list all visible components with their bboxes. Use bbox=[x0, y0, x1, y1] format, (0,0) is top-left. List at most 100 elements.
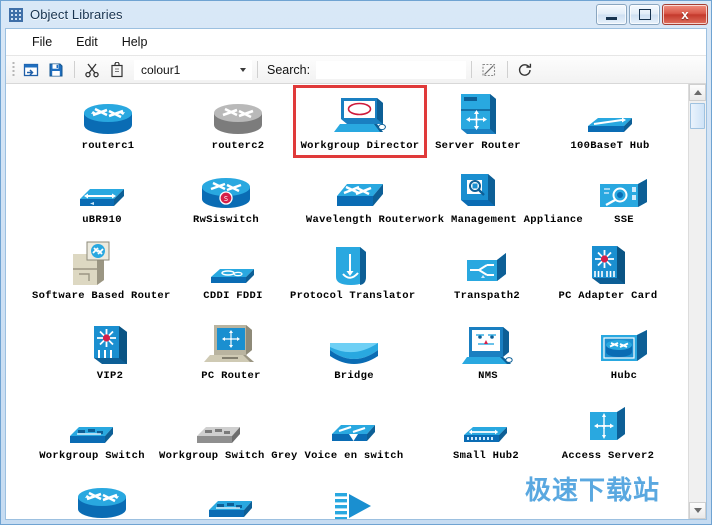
palette-item[interactable]: Transpath2 bbox=[427, 242, 547, 302]
server-router-icon bbox=[418, 92, 538, 138]
palette-item[interactable]: CDDI FDDI bbox=[173, 242, 293, 302]
switch-arrows-icon bbox=[42, 166, 162, 212]
paste-icon bbox=[109, 62, 125, 78]
palette-item[interactable] bbox=[171, 476, 291, 519]
import-button[interactable] bbox=[19, 58, 43, 82]
palette-item[interactable] bbox=[42, 476, 162, 519]
library-combobox-value: colour1 bbox=[141, 63, 180, 77]
sw-router-icon bbox=[32, 242, 152, 288]
palette-item[interactable]: Workgroup Director bbox=[300, 92, 420, 152]
paste-button[interactable] bbox=[105, 58, 129, 82]
import-icon bbox=[23, 62, 39, 78]
icon-palette[interactable]: Access Server2Small Hub2 Voice en switch W… bbox=[6, 84, 688, 519]
palette-item[interactable]: work Management Appliance bbox=[418, 166, 538, 226]
application-window: Object Libraries x File Edit Help bbox=[0, 0, 712, 525]
palette-item[interactable]: Bridge bbox=[294, 322, 414, 382]
palette-item-label: Workgroup Switch Grey bbox=[159, 450, 279, 462]
protocol-translator-icon bbox=[290, 242, 410, 288]
search-input[interactable] bbox=[316, 61, 466, 79]
pc-router-icon bbox=[171, 322, 291, 368]
palette-item[interactable]: 100BaseT Hub bbox=[550, 92, 670, 152]
grid-dots-icon bbox=[9, 8, 23, 22]
palette-item-label: Wavelength Router bbox=[302, 214, 422, 226]
palette-item-label: uBR910 bbox=[42, 214, 162, 226]
menu-item-edit[interactable]: Edit bbox=[64, 32, 110, 52]
palette-item-label: Hubc bbox=[564, 370, 684, 382]
cut-icon bbox=[84, 62, 100, 78]
vertical-scrollbar[interactable] bbox=[688, 84, 706, 519]
palette-item-label: CDDI FDDI bbox=[173, 290, 293, 302]
menu-item-file[interactable]: File bbox=[20, 32, 64, 52]
maximize-button[interactable] bbox=[629, 4, 660, 25]
minimize-button[interactable] bbox=[596, 4, 627, 25]
cut-button[interactable] bbox=[80, 58, 104, 82]
chevron-down-icon bbox=[240, 68, 246, 72]
palette-item-label: Transpath2 bbox=[427, 290, 547, 302]
palette-item[interactable] bbox=[294, 476, 414, 519]
palette-item-label: routerc2 bbox=[178, 140, 298, 152]
scroll-down-icon bbox=[694, 508, 702, 513]
toolbar-separator-4 bbox=[507, 61, 508, 78]
palette-item[interactable]: Wavelength Router bbox=[302, 166, 422, 226]
palette-item[interactable]: uBR910 bbox=[42, 166, 162, 226]
palette-item[interactable]: VIP2 bbox=[50, 322, 170, 382]
transpath-icon bbox=[427, 242, 547, 288]
edit-selection-icon bbox=[481, 62, 497, 78]
scroll-up-icon bbox=[694, 90, 702, 95]
close-button[interactable]: x bbox=[662, 4, 708, 25]
palette-item[interactable]: PC Adapter Card bbox=[548, 242, 668, 302]
save-button[interactable] bbox=[44, 58, 68, 82]
refresh-icon bbox=[517, 62, 533, 78]
refresh-button[interactable] bbox=[513, 58, 537, 82]
palette-item-label: Voice en switch bbox=[294, 450, 414, 462]
workstation-blue-icon bbox=[300, 92, 420, 138]
nm-appliance-icon bbox=[418, 166, 538, 212]
palette-item[interactable]: Server Router bbox=[418, 92, 538, 152]
vip-card-icon bbox=[50, 322, 170, 368]
svg-text:S: S bbox=[224, 195, 228, 203]
site-watermark: 极速下载站 bbox=[525, 470, 660, 507]
menu-item-help[interactable]: Help bbox=[110, 32, 160, 52]
toolbar-grip[interactable] bbox=[12, 61, 15, 78]
switch-blue-icon bbox=[32, 402, 152, 448]
palette-item[interactable]: Small Hub2 bbox=[426, 402, 546, 462]
palette-item[interactable]: Software Based Router bbox=[32, 242, 152, 302]
palette-item[interactable]: Workgroup Switch bbox=[32, 402, 152, 462]
caption-button-group: x bbox=[596, 4, 708, 25]
router-blue-icon bbox=[48, 92, 168, 138]
edit-selection-button[interactable] bbox=[477, 58, 501, 82]
palette-item[interactable]: routerc2 bbox=[178, 92, 298, 152]
palette-item[interactable]: S RwSiswitch bbox=[166, 166, 286, 226]
palette-item-label: RwSiswitch bbox=[166, 214, 286, 226]
scroll-up-button[interactable] bbox=[689, 84, 706, 101]
router-badge-icon: S bbox=[166, 166, 286, 212]
palette-item-label: 100BaseT Hub bbox=[550, 140, 670, 152]
wavelength-router-icon bbox=[302, 166, 422, 212]
scroll-thumb[interactable] bbox=[690, 103, 705, 129]
palette-item[interactable]: routerc1 bbox=[48, 92, 168, 152]
library-combobox[interactable]: colour1 bbox=[134, 60, 252, 80]
palette-item-label: PC Router bbox=[171, 370, 291, 382]
palette-item[interactable]: Hubc bbox=[564, 322, 684, 382]
palette-item[interactable]: Access Server2 bbox=[548, 402, 668, 462]
palette-item[interactable]: Workgroup Switch Grey bbox=[159, 402, 279, 462]
switch-blue-icon bbox=[171, 476, 291, 519]
scroll-down-button[interactable] bbox=[689, 502, 706, 519]
access-server-icon bbox=[548, 402, 668, 448]
search-label: Search: bbox=[267, 63, 310, 77]
palette-item[interactable]: Voice en switch bbox=[294, 402, 414, 462]
palette-item[interactable]: Protocol Translator bbox=[290, 242, 410, 302]
palette-item[interactable]: NMS bbox=[428, 322, 548, 382]
menu-bar: File Edit Help bbox=[6, 29, 706, 55]
toolbar-separator-1 bbox=[74, 61, 75, 78]
palette-item-label: routerc1 bbox=[48, 140, 168, 152]
hub-flat-icon bbox=[550, 92, 670, 138]
arrow-stack-icon bbox=[294, 476, 414, 519]
cddi-fddi-icon bbox=[173, 242, 293, 288]
palette-area: Access Server2Small Hub2 Voice en switch W… bbox=[6, 84, 706, 519]
pc-adapter-card-icon bbox=[548, 242, 668, 288]
palette-item-label: Bridge bbox=[294, 370, 414, 382]
title-bar: Object Libraries x bbox=[1, 1, 711, 28]
palette-item[interactable]: PC Router bbox=[171, 322, 291, 382]
palette-item-label: PC Adapter Card bbox=[548, 290, 668, 302]
